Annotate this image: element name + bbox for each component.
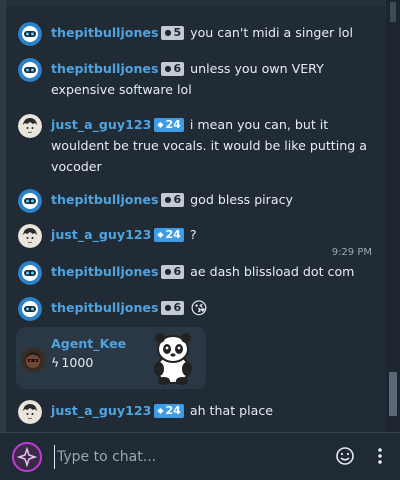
chat-message: just_a_guy123 ◆ 24 ah that place xyxy=(18,400,378,424)
points-amount: ϟ 1000 xyxy=(51,355,94,370)
chat-message: thepitbulljones ● 6 😘 xyxy=(18,297,378,321)
chat-message: thepitbulljones ● 5 you can't midi a singe… xyxy=(18,22,378,46)
level-badge: ● 5 xyxy=(161,26,185,40)
panda-sticker xyxy=(144,329,202,387)
left-rail xyxy=(0,0,6,432)
avatar[interactable] xyxy=(18,261,42,285)
scrollbar-thumb[interactable] xyxy=(389,372,397,416)
emoji-button[interactable] xyxy=(334,445,356,467)
chat-input-bar xyxy=(0,432,400,480)
username[interactable]: thepitbulljones xyxy=(51,192,158,207)
username[interactable]: thepitbulljones xyxy=(51,25,158,40)
avatar[interactable] xyxy=(18,114,42,138)
level-badge: ◆ 24 xyxy=(154,118,184,132)
username[interactable]: thepitbulljones xyxy=(51,264,158,279)
scrollbar-top xyxy=(390,2,396,22)
message-text: ? xyxy=(189,227,197,242)
chat-message: thepitbulljones ● 6 ae dash blissload dot … xyxy=(18,261,378,285)
avatar[interactable] xyxy=(18,297,42,321)
message-text: god bless piracy xyxy=(190,192,293,207)
level-badge: ● 6 xyxy=(161,62,185,76)
chat-scrollbar[interactable] xyxy=(386,0,400,432)
username[interactable]: thepitbulljones xyxy=(51,61,158,76)
avatar[interactable] xyxy=(18,189,42,213)
avatar[interactable] xyxy=(18,224,42,248)
kebab-icon xyxy=(378,448,382,464)
level-badge: ● 6 xyxy=(161,301,185,315)
username[interactable]: thepitbulljones xyxy=(51,300,158,315)
smiley-icon xyxy=(336,447,354,465)
chat-menu-button[interactable] xyxy=(370,445,390,467)
username[interactable]: Agent_Kee xyxy=(51,336,126,351)
username[interactable]: just_a_guy123 xyxy=(51,403,151,418)
header-strip xyxy=(0,0,400,6)
message-text: ae dash blissload dot com xyxy=(190,264,355,279)
chat-input[interactable] xyxy=(54,445,324,469)
message-text: ah that place xyxy=(189,403,274,418)
avatar[interactable] xyxy=(18,400,42,424)
avatar[interactable] xyxy=(18,58,42,82)
chat-message: thepitbulljones ● 6 god bless piracy xyxy=(18,189,378,213)
chat-message: just_a_guy123 ◆ 24 ? xyxy=(18,224,378,248)
username[interactable]: just_a_guy123 xyxy=(51,117,151,132)
username[interactable]: just_a_guy123 xyxy=(51,227,151,242)
lightning-icon: ϟ xyxy=(51,355,60,370)
level-badge: ◆ 24 xyxy=(154,404,184,418)
chat-message: just_a_guy123 ◆ 24 i mean you can, but it … xyxy=(18,114,378,177)
level-badge: ● 6 xyxy=(161,193,185,207)
sticker-message-card: Agent_Kee ϟ 1000 xyxy=(16,327,206,389)
message-timestamp: 9:29 PM xyxy=(331,247,372,258)
avatar[interactable] xyxy=(21,348,45,372)
chat-message: thepitbulljones ● 6 unless you own VERY ex… xyxy=(18,58,378,100)
message-emoji: 😘 xyxy=(190,299,208,319)
sparkle-icon xyxy=(16,446,38,468)
level-badge: ◆ 24 xyxy=(154,228,184,242)
message-text: you can't midi a singer lol xyxy=(190,25,353,40)
level-badge: ● 6 xyxy=(161,265,185,279)
chat-panel: thepitbulljones ● 5 you can't midi a singe… xyxy=(0,0,400,432)
chat-sparkle-button[interactable] xyxy=(12,442,42,472)
avatar[interactable] xyxy=(18,22,42,46)
